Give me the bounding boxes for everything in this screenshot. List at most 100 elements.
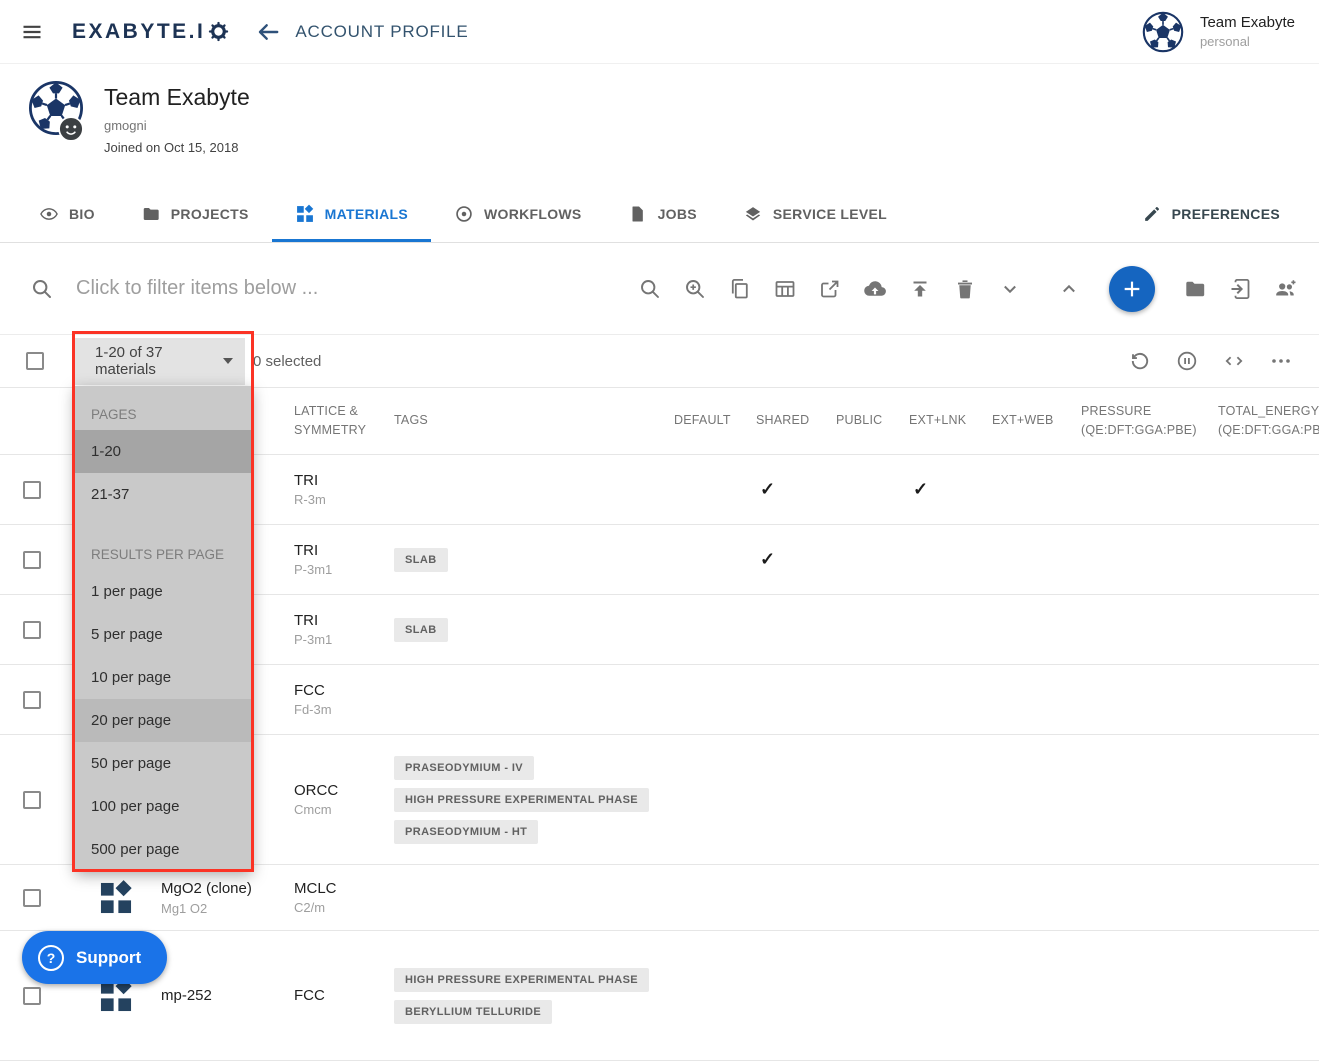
- preferences-button[interactable]: PREFERENCES: [1119, 186, 1303, 242]
- search-action-icon[interactable]: [638, 277, 662, 301]
- open-in-new-icon[interactable]: [818, 277, 842, 301]
- support-label: Support: [76, 948, 141, 968]
- pagination-range-trigger[interactable]: 1-20 of 37 materials: [75, 338, 245, 385]
- tab-jobs[interactable]: JOBS: [605, 186, 720, 242]
- exit-to-app-icon[interactable]: [1228, 277, 1252, 301]
- add-material-button[interactable]: [1109, 266, 1155, 312]
- more-horiz-icon[interactable]: [1269, 349, 1293, 373]
- menu-icon[interactable]: [20, 20, 44, 44]
- row-checkbox[interactable]: [23, 791, 41, 809]
- pagination-menu: PAGES 1-20 21-37 RESULTS PER PAGE 1 per …: [75, 386, 252, 871]
- row-checkbox[interactable]: [23, 987, 41, 1005]
- material-name[interactable]: MgO2 (clone): [161, 880, 252, 897]
- table-row[interactable]: mp-252 FCC HIGH PRESSURE EXPERIMENTAL PH…: [0, 931, 1319, 1061]
- per-page-option-20[interactable]: 20 per page: [75, 699, 252, 742]
- plus-icon: [1121, 278, 1143, 300]
- table-row[interactable]: MgO2 (clone) Mg1 O2 MCLCC2/m: [0, 865, 1319, 931]
- delete-icon[interactable]: [953, 277, 977, 301]
- select-all-checkbox[interactable]: [26, 352, 44, 370]
- row-checkbox[interactable]: [23, 551, 41, 569]
- lattice-value: TRI: [294, 542, 394, 559]
- col-ext-web[interactable]: EXT+WEB: [992, 411, 1081, 430]
- back-arrow-icon[interactable]: [255, 19, 281, 45]
- zoom-in-icon[interactable]: [683, 277, 707, 301]
- page-option-21-37[interactable]: 21-37: [75, 473, 252, 516]
- col-pressure[interactable]: PRESSURE (QE:DFT:GGA:PBE): [1081, 402, 1218, 441]
- tab-workflows[interactable]: WORKFLOWS: [431, 186, 605, 242]
- tag-chip: HIGH PRESSURE EXPERIMENTAL PHASE: [394, 788, 649, 812]
- filter-input[interactable]: [76, 277, 638, 300]
- group-add-icon[interactable]: [1273, 277, 1297, 301]
- material-name[interactable]: mp-252: [161, 987, 212, 1004]
- tab-bio[interactable]: BIO: [16, 186, 118, 242]
- tab-label: WORKFLOWS: [484, 206, 582, 222]
- shared-check: ✓: [760, 549, 775, 569]
- col-shared[interactable]: SHARED: [756, 411, 836, 430]
- filter-toolbar: [0, 243, 1319, 335]
- logo-gear-icon: [208, 21, 229, 42]
- folder-action-icon[interactable]: [1183, 277, 1207, 301]
- tag-chip: PRASEODYMIUM - HT: [394, 820, 538, 844]
- publish-upload-icon[interactable]: [908, 277, 932, 301]
- col-tags[interactable]: TAGS: [394, 411, 674, 430]
- page-options-list: 1-20 21-37: [75, 430, 252, 516]
- restore-icon[interactable]: [1128, 349, 1152, 373]
- col-public[interactable]: PUBLIC: [836, 411, 909, 430]
- account-avatar: [1142, 11, 1184, 53]
- tab-service-level[interactable]: SERVICE LEVEL: [720, 186, 910, 242]
- symmetry-value: Cmcm: [294, 802, 394, 817]
- document-icon: [628, 204, 648, 224]
- support-button[interactable]: ? Support: [22, 931, 167, 984]
- results-per-page-header: RESULTS PER PAGE: [75, 516, 252, 570]
- chevron-up-icon[interactable]: [1057, 277, 1081, 301]
- target-icon: [454, 204, 474, 224]
- symmetry-value: P-3m1: [294, 562, 394, 577]
- lattice-value: FCC: [294, 682, 394, 699]
- pause-circle-icon[interactable]: [1175, 349, 1199, 373]
- col-total-energy[interactable]: TOTAL_ENERGY (QE:DFT:GGA:PBE): [1218, 402, 1319, 441]
- col-default[interactable]: DEFAULT: [674, 411, 756, 430]
- dropdown-caret-icon: [223, 358, 233, 364]
- exabyte-logo[interactable]: EXABYTE.I: [72, 20, 229, 44]
- per-page-option-100[interactable]: 100 per page: [75, 785, 252, 828]
- layers-icon: [743, 204, 763, 224]
- profile-name: Team Exabyte: [104, 84, 250, 111]
- selection-bar: 1-20 of 37 materials 0 selected: [0, 335, 1319, 388]
- col-ext-lnk[interactable]: EXT+LNK: [909, 411, 992, 430]
- search-icon: [30, 277, 54, 301]
- row-checkbox[interactable]: [23, 481, 41, 499]
- material-icon: [97, 879, 135, 917]
- table-view-icon[interactable]: [773, 277, 797, 301]
- tab-materials[interactable]: MATERIALS: [272, 186, 431, 242]
- material-formula: Mg1 O2: [161, 901, 252, 916]
- materials-icon: [295, 204, 315, 224]
- account-type: personal: [1200, 34, 1295, 49]
- tab-projects[interactable]: PROJECTS: [118, 186, 272, 242]
- col-lattice[interactable]: LATTICE & SYMMETRY: [294, 402, 394, 441]
- profile-tabs: BIO PROJECTS MATERIALS WORKFLOWS JOBS SE…: [0, 186, 1319, 243]
- account-switcher[interactable]: Team Exabyte personal: [1142, 11, 1295, 53]
- persona-badge-icon: [58, 116, 84, 142]
- code-icon[interactable]: [1222, 349, 1246, 373]
- per-page-option-500[interactable]: 500 per page: [75, 828, 252, 871]
- per-page-option-10[interactable]: 10 per page: [75, 656, 252, 699]
- symmetry-value: Fd-3m: [294, 702, 394, 717]
- chevron-down-icon[interactable]: [998, 277, 1022, 301]
- page-option-1-20[interactable]: 1-20: [75, 430, 252, 473]
- per-page-option-1[interactable]: 1 per page: [75, 570, 252, 613]
- profile-joined-date: Joined on Oct 15, 2018: [104, 140, 238, 155]
- per-page-options-list: 1 per page 5 per page 10 per page 20 per…: [75, 570, 252, 871]
- copy-icon[interactable]: [728, 277, 752, 301]
- tag-chip: SLAB: [394, 618, 448, 642]
- cloud-upload-icon[interactable]: [863, 277, 887, 301]
- ext-lnk-check: ✓: [913, 479, 928, 499]
- tag-chip: SLAB: [394, 548, 448, 572]
- per-page-option-5[interactable]: 5 per page: [75, 613, 252, 656]
- lattice-value: FCC: [294, 987, 394, 1004]
- help-icon: ?: [38, 945, 64, 971]
- row-checkbox[interactable]: [23, 889, 41, 907]
- tab-label: PREFERENCES: [1172, 206, 1280, 222]
- row-checkbox[interactable]: [23, 621, 41, 639]
- per-page-option-50[interactable]: 50 per page: [75, 742, 252, 785]
- row-checkbox[interactable]: [23, 691, 41, 709]
